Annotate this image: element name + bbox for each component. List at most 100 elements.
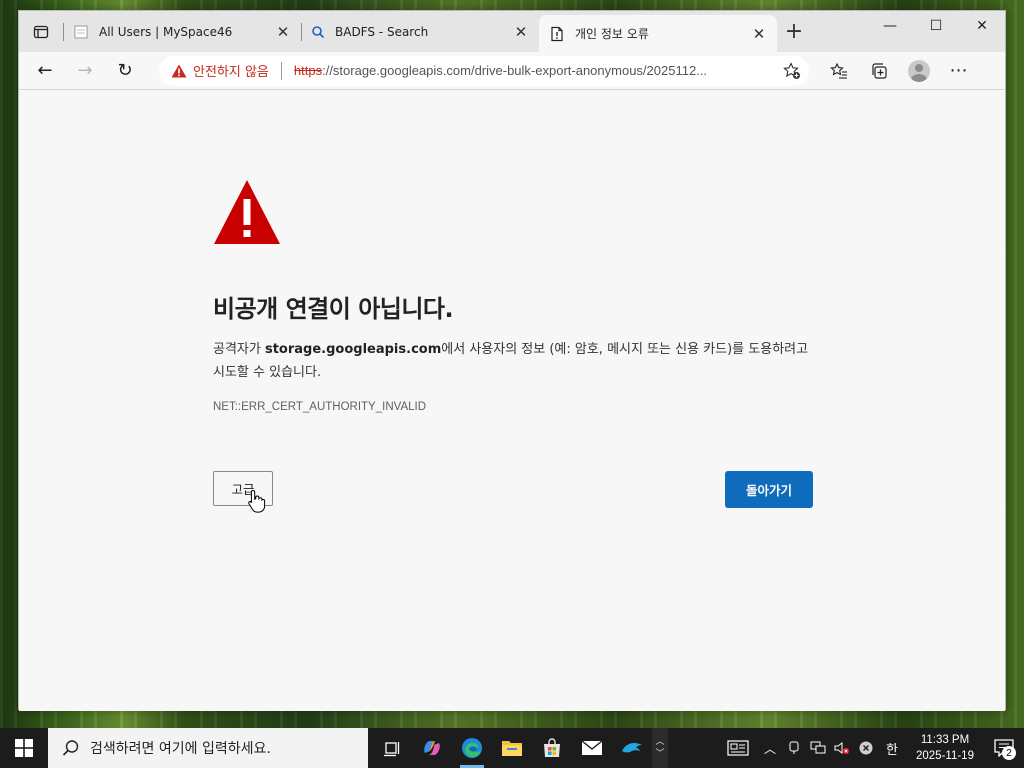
refresh-icon: ↻ [117,60,133,81]
device-tray-button[interactable] [782,728,806,768]
copilot-button[interactable] [412,728,452,768]
device-icon [789,741,799,754]
tab-privacy-error[interactable]: 개인 정보 오류 ✕ [539,15,777,52]
tab-title: 개인 정보 오류 [575,27,649,41]
news-button[interactable] [718,728,758,768]
favorites-button[interactable] [819,55,859,87]
add-favorite-icon[interactable] [783,61,801,80]
security-label: 안전하지 않음 [193,65,269,80]
chevron-up-icon: ︿ [655,737,665,747]
settings-more-button[interactable]: ⋯ [939,55,979,87]
close-icon: ✕ [976,18,988,34]
task-view-icon [384,742,400,757]
clock-date: 2025-11-19 [916,750,974,762]
search-icon [312,25,325,38]
security-indicator[interactable]: 안전하지 않음 [171,61,269,80]
status-button[interactable] [854,728,878,768]
store-icon [544,738,560,757]
back-button[interactable]: ← [25,55,65,87]
insecure-page-icon [551,26,563,41]
new-tab-button[interactable]: + [777,15,811,48]
toolbar-right: ⋯ [819,55,979,87]
error-page: 비공개 연결이 아닙니다. 공격자가 storage.googleapis.co… [19,91,1005,711]
url-scheme: https [293,63,323,78]
address-bar[interactable]: 안전하지 않음 https://storage.googleapis.com/d… [159,55,809,86]
file-explorer-button[interactable] [492,728,532,768]
taskbar-search-input[interactable]: 검색하려면 여기에 입력하세요. [48,728,368,768]
error-desc-prefix: 공격자가 [213,342,265,357]
mail-icon [581,740,603,755]
error-code[interactable]: NET::ERR_CERT_AUTHORITY_INVALID [213,401,426,413]
error-title: 비공개 연결이 아닙니다. [213,295,454,323]
browser-window: All Users | MySpace46 ✕ BADFS - Search ✕… [18,10,1006,711]
folder-icon [502,741,522,756]
window-controls: — ☐ ✕ [867,11,1005,41]
tab-actions-icon [33,25,49,38]
tab-badfs-search[interactable]: BADFS - Search ✕ [301,15,539,48]
clock[interactable]: 11:33 PM 2025-11-19 [906,732,984,764]
forward-button[interactable]: → [65,55,105,87]
edge-button[interactable] [452,728,492,768]
network-button[interactable] [806,728,830,768]
arrow-right-icon: → [77,60,93,81]
chevron-down-icon: ﹀ [655,749,665,759]
hand-cursor-icon [248,489,266,513]
close-icon[interactable]: ✕ [513,23,529,41]
warning-triangle-icon [214,180,280,244]
back-to-safety-button[interactable]: 돌아가기 [725,471,813,508]
taskbar: 검색하려면 여기에 입력하세요. ︿ ﹀ ︿ 한 11:33 PM 2025-1… [0,728,1024,768]
tab-title: BADFS - Search [335,24,429,39]
task-view-button[interactable] [372,728,412,768]
minimize-button[interactable]: — [867,11,913,41]
system-tray: ︿ 한 11:33 PM 2025-11-19 2 [718,728,1024,768]
windows-icon [15,739,33,757]
volume-muted-icon [834,742,850,755]
url-rest: ://storage.googleapis.com/drive-bulk-exp… [322,63,708,78]
profile-button[interactable] [899,55,939,87]
taskbar-scroll[interactable]: ︿ ﹀ [652,728,668,768]
minimize-icon: — [883,18,897,34]
search-icon [62,740,79,756]
close-icon[interactable]: ✕ [751,25,767,43]
ime-indicator[interactable]: 한 [878,728,906,768]
address-divider [280,61,282,80]
start-button[interactable] [0,728,48,768]
maximize-icon: ☐ [929,18,943,34]
browser-toolbar: ← → ↻ 안전하지 않음 https://storage.googleapis… [19,52,1005,90]
volume-button[interactable] [830,728,854,768]
error-desc-host: storage.googleapis.com [264,342,442,357]
plus-icon: + [784,19,804,44]
edge-icon [462,738,482,758]
show-hidden-icons-button[interactable]: ︿ [758,728,782,768]
tab-title: All Users | MySpace46 [99,24,233,39]
notification-center-button[interactable]: 2 [984,728,1024,768]
mail-button[interactable] [572,728,612,768]
search-placeholder: 검색하려면 여기에 입력하세요. [90,741,271,757]
notification-count-badge: 2 [1002,746,1016,760]
store-button[interactable] [532,728,572,768]
close-window-button[interactable]: ✕ [959,11,1005,41]
copilot-icon [424,741,440,755]
url-text[interactable]: https://storage.googleapis.com/drive-bul… [294,63,749,78]
close-icon[interactable]: ✕ [275,23,291,41]
news-icon [727,740,749,756]
avatar [908,59,930,82]
collections-icon [872,62,887,79]
error-description: 공격자가 storage.googleapis.com에서 사용자의 정보 (예… [213,338,813,384]
chevron-up-icon: ︿ [763,741,776,756]
warning-icon [171,64,187,77]
x-circle-icon [859,741,873,755]
page-icon [74,25,88,38]
dolphin-icon [622,743,642,753]
tab-all-users[interactable]: All Users | MySpace46 ✕ [63,15,301,48]
tab-strip: All Users | MySpace46 ✕ BADFS - Search ✕… [19,11,1005,52]
arrow-left-icon: ← [37,60,53,81]
favorites-icon [830,62,847,79]
more-icon: ⋯ [949,60,969,81]
app-button[interactable] [612,728,652,768]
maximize-button[interactable]: ☐ [913,11,959,41]
network-icon [810,741,826,754]
collections-button[interactable] [859,55,899,87]
refresh-button[interactable]: ↻ [105,55,145,87]
tab-actions-button[interactable] [19,11,63,52]
